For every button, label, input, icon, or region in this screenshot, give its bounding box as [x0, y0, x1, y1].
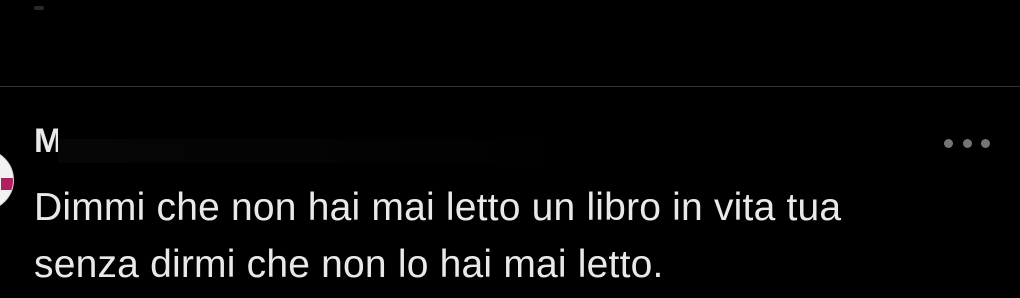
post-text: Dimmi che non hai mai letto un libro in … — [34, 186, 842, 286]
previous-post-area — [0, 0, 1020, 86]
post[interactable]: Ma Dimmi che non hai mai letto un libro … — [0, 87, 1020, 298]
more-options-icon — [944, 138, 953, 148]
more-options-icon-dot — [981, 138, 990, 148]
avatar[interactable] — [0, 149, 14, 211]
author-handle-obscured — [58, 139, 578, 163]
author-name[interactable]: Ma — [34, 121, 58, 161]
avatar-image-detail — [1, 178, 13, 190]
more-options-button[interactable] — [944, 131, 990, 155]
obscured-content — [34, 6, 44, 10]
more-options-icon-dot — [962, 138, 972, 148]
